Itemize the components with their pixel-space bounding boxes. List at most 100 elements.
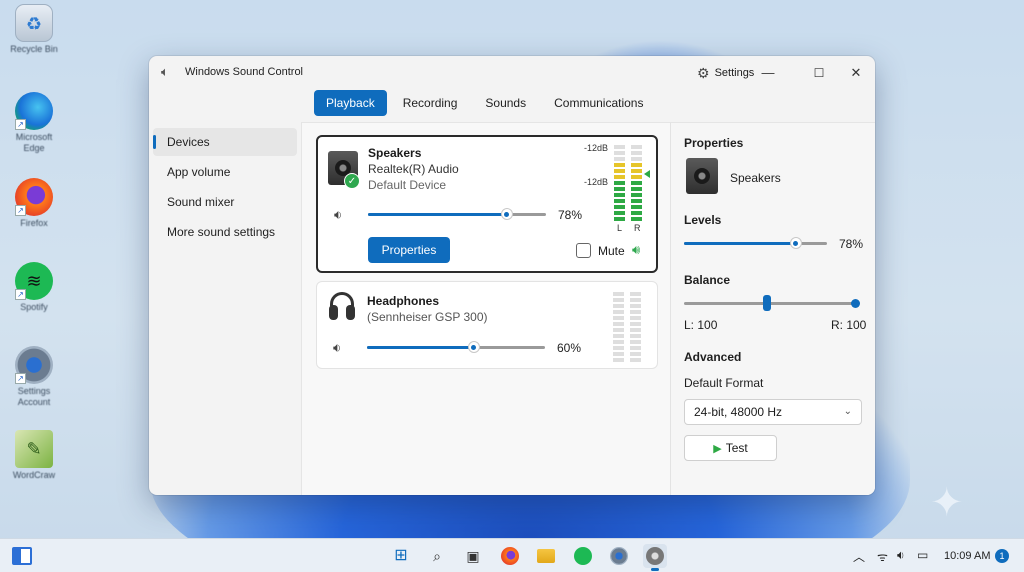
desktop-icon-label: Spotify [20, 302, 48, 312]
search-icon[interactable]: ⌕ [425, 544, 449, 568]
balance-slider[interactable] [684, 295, 860, 311]
slider-thumb[interactable] [467, 341, 480, 353]
desktop-icon-notepad[interactable]: ✎ WordCraw [8, 430, 60, 481]
widgets-icon[interactable] [12, 547, 32, 565]
test-label: Test [725, 441, 748, 455]
meter-db-label: -12dB [584, 177, 609, 187]
meter-segment [613, 298, 624, 302]
slider-thumb[interactable] [789, 237, 802, 249]
close-button[interactable]: ✕ [839, 60, 873, 86]
notification-badge[interactable]: 1 [995, 549, 1009, 563]
windows-start-icon[interactable]: ⊞ [389, 544, 413, 568]
desktop-icon-label: WordCraw [12, 470, 56, 480]
desktop-icon-label: Settings Account [17, 386, 51, 407]
sound-control-icon[interactable] [643, 544, 667, 571]
meter-segment [631, 187, 642, 191]
battery-icon[interactable]: ▭ [917, 548, 928, 562]
meter-segment [630, 304, 641, 308]
slider-thumb[interactable] [500, 208, 513, 220]
meter-segment [613, 316, 624, 320]
firefox-icon: ↗ [15, 178, 53, 216]
file-explorer-icon[interactable] [534, 544, 558, 568]
meter-segment [614, 157, 625, 161]
meter-segment [613, 328, 624, 332]
meter-segment [614, 169, 625, 173]
advanced-heading: Advanced [684, 350, 742, 364]
test-button[interactable]: ▶ Test [684, 435, 777, 461]
balance-thumb[interactable] [763, 295, 771, 311]
meter-segment [613, 340, 624, 344]
meter-segment [614, 211, 625, 215]
meter-segment [630, 340, 641, 344]
desktop-icon-settings[interactable]: ↗ Settings Account [8, 346, 60, 408]
meter-segment [630, 358, 641, 362]
meter-segment [631, 211, 642, 215]
tab-recording[interactable]: Recording [391, 90, 470, 116]
balance-end-thumb[interactable] [851, 299, 860, 308]
notepad-icon: ✎ [15, 430, 53, 468]
volume-on-icon: 🔊︎ [632, 242, 641, 257]
balance-heading: Balance [684, 273, 731, 287]
properties-device-name: Speakers [730, 171, 781, 185]
chevron-down-icon: ⌄ [843, 406, 852, 417]
meter-segment [614, 175, 625, 179]
meter-segment [630, 346, 641, 350]
wifi-icon[interactable]: ᯤ [877, 548, 888, 565]
desktop-icon-firefox[interactable]: ↗ Firefox [8, 178, 60, 229]
tab-sounds[interactable]: Sounds [473, 90, 538, 116]
sidebar-item-app-volume[interactable]: App volume [153, 158, 297, 186]
speakers-volume-slider[interactable] [368, 207, 546, 221]
minimize-button[interactable]: — [751, 60, 785, 86]
task-view-icon[interactable]: ▣ [461, 544, 485, 568]
meter-segment [631, 175, 642, 179]
sidebar-item-more-sound-settings[interactable]: More sound settings [153, 218, 297, 246]
show-hidden-icons-chevron-up-icon[interactable]: ︿ [853, 548, 865, 565]
desktop-icon-spotify[interactable]: ≋ ↗ Spotify [8, 262, 60, 313]
meter-segment [630, 298, 641, 302]
meter-segment [613, 292, 624, 296]
desktop-icon-edge[interactable]: ↗ Microsoft Edge [8, 92, 60, 154]
settings-icon[interactable] [607, 544, 631, 568]
meter-segment [631, 199, 642, 203]
speaker-icon: 🔈︎ [161, 64, 169, 79]
meter-segment [613, 352, 624, 356]
maximize-button[interactable]: ☐ [802, 60, 836, 86]
mute-label: Mute [598, 244, 625, 258]
device-name: Headphones [367, 294, 440, 308]
level-meter-right [631, 145, 642, 221]
meter-segment [614, 193, 625, 197]
sidebar-item-devices[interactable]: Devices [153, 128, 297, 156]
default-format-value: 24-bit, 48000 Hz [694, 405, 783, 419]
meter-segment [613, 304, 624, 308]
clock[interactable]: 10:09 AM [944, 550, 990, 562]
mute-checkbox[interactable] [576, 243, 591, 258]
default-format-select[interactable]: 24-bit, 48000 Hz ⌄ [684, 399, 862, 425]
device-card-speakers[interactable]: ✓ Speakers Realtek(R) Audio Default Devi… [316, 135, 658, 273]
desktop-icon-recycle-bin[interactable]: ♻ Recycle Bin [8, 4, 60, 55]
tab-playback[interactable]: Playback [314, 90, 387, 116]
meter-segment [631, 193, 642, 197]
tab-communications[interactable]: Communications [542, 90, 655, 116]
levels-percent: 78% [839, 237, 864, 251]
meter-segment [614, 205, 625, 209]
sound-control-window: 🔈︎ Windows Sound Control ⚙ Settings — ☐ … [149, 56, 875, 495]
firefox-icon[interactable] [498, 544, 522, 568]
sidebar-item-sound-mixer[interactable]: Sound mixer [153, 188, 297, 216]
level-meter-right [630, 292, 641, 362]
volume-icon[interactable]: 🔉︎ [897, 548, 905, 563]
meter-segment [631, 169, 642, 173]
settings-button[interactable]: ⚙ Settings [693, 63, 758, 83]
title-bar[interactable]: 🔈︎ Windows Sound Control ⚙ Settings — ☐ … [149, 56, 875, 90]
level-meter-left [614, 145, 625, 221]
balance-left-label: L: 100 [684, 318, 718, 332]
settings-icon: ↗ [15, 346, 53, 384]
device-card-headphones[interactable]: Headphones (Sennheiser GSP 300) 🔉︎ 60% [316, 281, 658, 369]
properties-button[interactable]: Properties [368, 237, 450, 263]
headphones-volume-slider[interactable] [367, 340, 545, 354]
meter-segment [630, 310, 641, 314]
spotify-icon: ≋ ↗ [15, 262, 53, 300]
spotify-icon[interactable] [571, 544, 595, 568]
properties-panel: Properties Speakers Levels 78% Balance L… [670, 122, 875, 495]
levels-slider[interactable] [684, 236, 827, 250]
volume-icon: 🔉︎ [334, 207, 343, 222]
